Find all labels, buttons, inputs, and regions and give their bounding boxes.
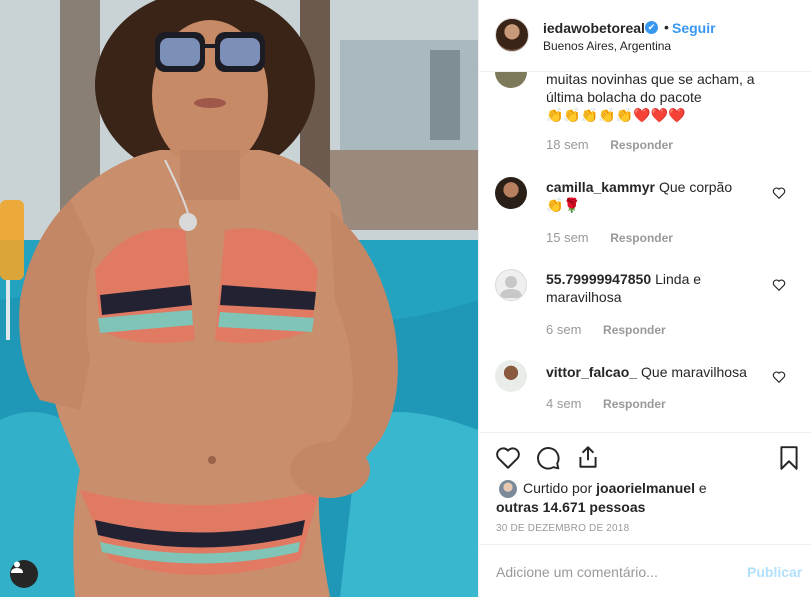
commenter-avatar[interactable] (495, 72, 527, 88)
reply-button[interactable]: Responder (610, 138, 673, 152)
comment-text: camilla_kammyr Que corpão 👏🌹 (546, 179, 733, 213)
comment-input[interactable] (496, 545, 736, 598)
commenter-avatar[interactable] (495, 269, 527, 301)
comment-item: vittor_falcao_ Que maravilhosa 4 sem Resp… (479, 360, 811, 432)
comment-emojis: 👏🌹 (546, 197, 581, 213)
user-tag-icon (11, 561, 23, 573)
share-icon[interactable] (575, 444, 601, 470)
verified-badge-icon: ✔ (645, 21, 658, 34)
comment-emojis: 👏👏👏👏👏❤️❤️❤️ (546, 107, 686, 123)
post-location[interactable]: Buenos Aires, Argentina (543, 39, 671, 53)
comment-text: muitas novinhas que se acham, a última b… (546, 72, 755, 123)
default-avatar-icon (500, 276, 522, 298)
comment-icon[interactable] (535, 445, 561, 471)
comment-like-heart-icon[interactable] (772, 186, 786, 200)
reply-button[interactable]: Responder (603, 397, 666, 411)
commenter-username[interactable]: 55.79999947850 (546, 271, 651, 287)
comment-time[interactable]: 18 sem (546, 137, 589, 152)
user-tag-button[interactable] (10, 560, 38, 588)
comment-text: vittor_falcao_ Que maravilhosa (546, 364, 747, 380)
publish-button[interactable]: Publicar (747, 564, 802, 580)
comments-list[interactable]: muitas novinhas que se acham, a última b… (479, 72, 811, 432)
add-comment-bar: Publicar (479, 544, 811, 598)
liker-username[interactable]: joaorielmanuel (596, 480, 695, 496)
post-image (0, 0, 478, 597)
commenter-username[interactable]: vittor_falcao_ (546, 364, 637, 380)
comment-meta: 4 sem Responder (546, 396, 666, 411)
comment-meta: 15 sem Responder (546, 230, 673, 245)
commenter-avatar[interactable] (495, 360, 527, 392)
follow-button[interactable]: Seguir (672, 20, 716, 36)
commenter-username[interactable]: camilla_kammyr (546, 179, 655, 195)
author-avatar[interactable] (495, 18, 529, 52)
comment-like-heart-icon[interactable] (772, 370, 786, 384)
commenter-avatar[interactable] (495, 177, 527, 209)
comment-time[interactable]: 6 sem (546, 322, 581, 337)
bookmark-icon[interactable] (776, 445, 802, 471)
heart-icon[interactable] (495, 445, 521, 471)
comment-meta: 6 sem Responder (546, 322, 666, 337)
post-photo[interactable] (0, 0, 478, 597)
comment-item: 55.79999947850 Linda e maravilhosa 6 sem … (479, 268, 811, 348)
reply-button[interactable]: Responder (603, 323, 666, 337)
likes-summary: Curtido por joaorielmanuel e outras 14.6… (496, 480, 707, 515)
post-date[interactable]: 30 DE DEZEMBRO DE 2018 (496, 523, 629, 534)
post-actions: Curtido por joaorielmanuel e outras 14.6… (479, 432, 811, 598)
comment-meta: 18 sem Responder (546, 137, 673, 152)
comment-item: muitas novinhas que se acham, a última b… (479, 72, 811, 162)
likes-count-link[interactable]: outras 14.671 pessoas (496, 499, 645, 515)
reply-button[interactable]: Responder (610, 231, 673, 245)
post-header: iedawobetoreal ✔ • Seguir Buenos Aires, … (479, 0, 811, 72)
comment-text: 55.79999947850 Linda e maravilhosa (546, 271, 702, 305)
comment-item: camilla_kammyr Que corpão 👏🌹 15 sem Respo… (479, 172, 811, 252)
header-separator: • (664, 19, 669, 35)
author-username[interactable]: iedawobetoreal (543, 20, 645, 36)
comment-time[interactable]: 4 sem (546, 396, 581, 411)
post-sidebar: iedawobetoreal ✔ • Seguir Buenos Aires, … (478, 0, 811, 598)
comment-time[interactable]: 15 sem (546, 230, 589, 245)
comment-like-heart-icon[interactable] (772, 278, 786, 292)
